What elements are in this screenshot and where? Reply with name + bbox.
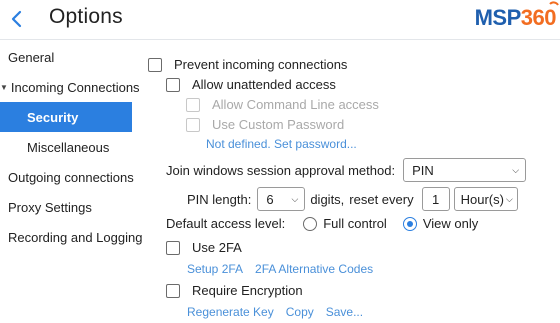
logo-360-text: 360 (521, 1, 559, 31)
full-control-label: Full control (323, 216, 387, 231)
reset-every-label: reset every (349, 191, 414, 207)
back-button[interactable] (5, 6, 29, 32)
sidebar-item-incoming-connections[interactable]: ▼ Incoming Connections (0, 72, 140, 102)
full-control-radio[interactable] (303, 216, 318, 231)
regenerate-key-link[interactable]: Regenerate Key (187, 305, 274, 319)
chevron-down-icon: ⌵ (291, 193, 299, 204)
allow-unattended-checkbox[interactable] (166, 77, 180, 92)
sidebar-item-security[interactable]: Security (0, 102, 132, 132)
custom-password-label: Use Custom Password (212, 117, 345, 132)
sidebar-item-miscellaneous[interactable]: Miscellaneous (0, 132, 132, 162)
header-bar: Options MSP 360 (0, 0, 560, 40)
2fa-links-row: Setup 2FA 2FA Alternative Codes (187, 262, 373, 276)
prevent-incoming-checkbox[interactable] (148, 57, 162, 72)
use-2fa-checkbox[interactable] (166, 240, 180, 255)
use-2fa-row: Use 2FA (166, 240, 242, 255)
2fa-alt-codes-link[interactable]: 2FA Alternative Codes (255, 262, 373, 276)
allow-cmd-label: Allow Command Line access (212, 97, 379, 112)
require-encryption-label: Require Encryption (192, 283, 303, 298)
use-2fa-label: Use 2FA (192, 240, 242, 255)
chevron-down-icon: ⌵ (512, 164, 520, 175)
prevent-incoming-row: Prevent incoming connections (148, 57, 347, 72)
pin-length-row: PIN length: 6 ⌵ digits, reset every 1 Ho… (187, 187, 518, 211)
pin-length-label: PIN length: (187, 191, 252, 207)
save-key-link[interactable]: Save... (326, 305, 363, 319)
copy-key-link[interactable]: Copy (286, 305, 314, 319)
require-encryption-row: Require Encryption (166, 283, 303, 298)
security-settings-panel: Prevent incoming connections Allow unatt… (132, 41, 560, 323)
require-encryption-checkbox[interactable] (166, 283, 180, 298)
sidebar-item-outgoing-connections[interactable]: Outgoing connections (0, 162, 134, 192)
join-method-label: Join windows session approval method: (166, 162, 396, 178)
allow-unattended-row: Allow unattended access (166, 77, 336, 92)
allow-unattended-label: Allow unattended access (192, 77, 336, 92)
sidebar: General ▼ Incoming Connections Security … (0, 41, 142, 323)
page-title: Options (49, 5, 123, 28)
logo-msp-text: MSP (474, 5, 522, 30)
view-only-radio[interactable] (402, 216, 417, 231)
reset-interval-input[interactable]: 1 (421, 187, 450, 211)
set-password-link[interactable]: Not defined. Set password... (206, 137, 357, 151)
view-only-label: View only (422, 216, 479, 231)
custom-password-checkbox[interactable] (186, 117, 200, 132)
setup-2fa-link[interactable]: Setup 2FA (187, 262, 243, 276)
join-method-select[interactable]: PIN ⌵ (403, 158, 527, 182)
join-method-row: Join windows session approval method: PI… (166, 158, 527, 182)
caret-down-icon[interactable]: ▼ (0, 83, 8, 92)
chevron-left-icon (11, 10, 22, 28)
reset-unit-select[interactable]: Hour(s) ⌵ (453, 187, 518, 211)
custom-password-row: Use Custom Password (186, 117, 344, 132)
prevent-incoming-label: Prevent incoming connections (174, 57, 348, 72)
access-level-row: Default access level: Full control View … (166, 216, 478, 231)
pin-length-select[interactable]: 6 ⌵ (257, 187, 306, 211)
logo-arc-icon (549, 1, 559, 6)
chevron-down-icon: ⌵ (505, 193, 513, 204)
sidebar-item-general[interactable]: General (0, 42, 132, 72)
sidebar-item-recording-logging[interactable]: Recording and Logging (0, 222, 142, 252)
password-link-row: Not defined. Set password... (206, 137, 357, 151)
allow-cmd-row: Allow Command Line access (186, 97, 379, 112)
encryption-links-row: Regenerate Key Copy Save... (187, 305, 363, 319)
digits-label: digits, (310, 191, 345, 207)
msp360-logo: MSP 360 (474, 1, 559, 32)
access-level-label: Default access level: (166, 216, 286, 231)
sidebar-item-proxy-settings[interactable]: Proxy Settings (0, 192, 132, 222)
allow-cmd-checkbox[interactable] (186, 97, 200, 112)
